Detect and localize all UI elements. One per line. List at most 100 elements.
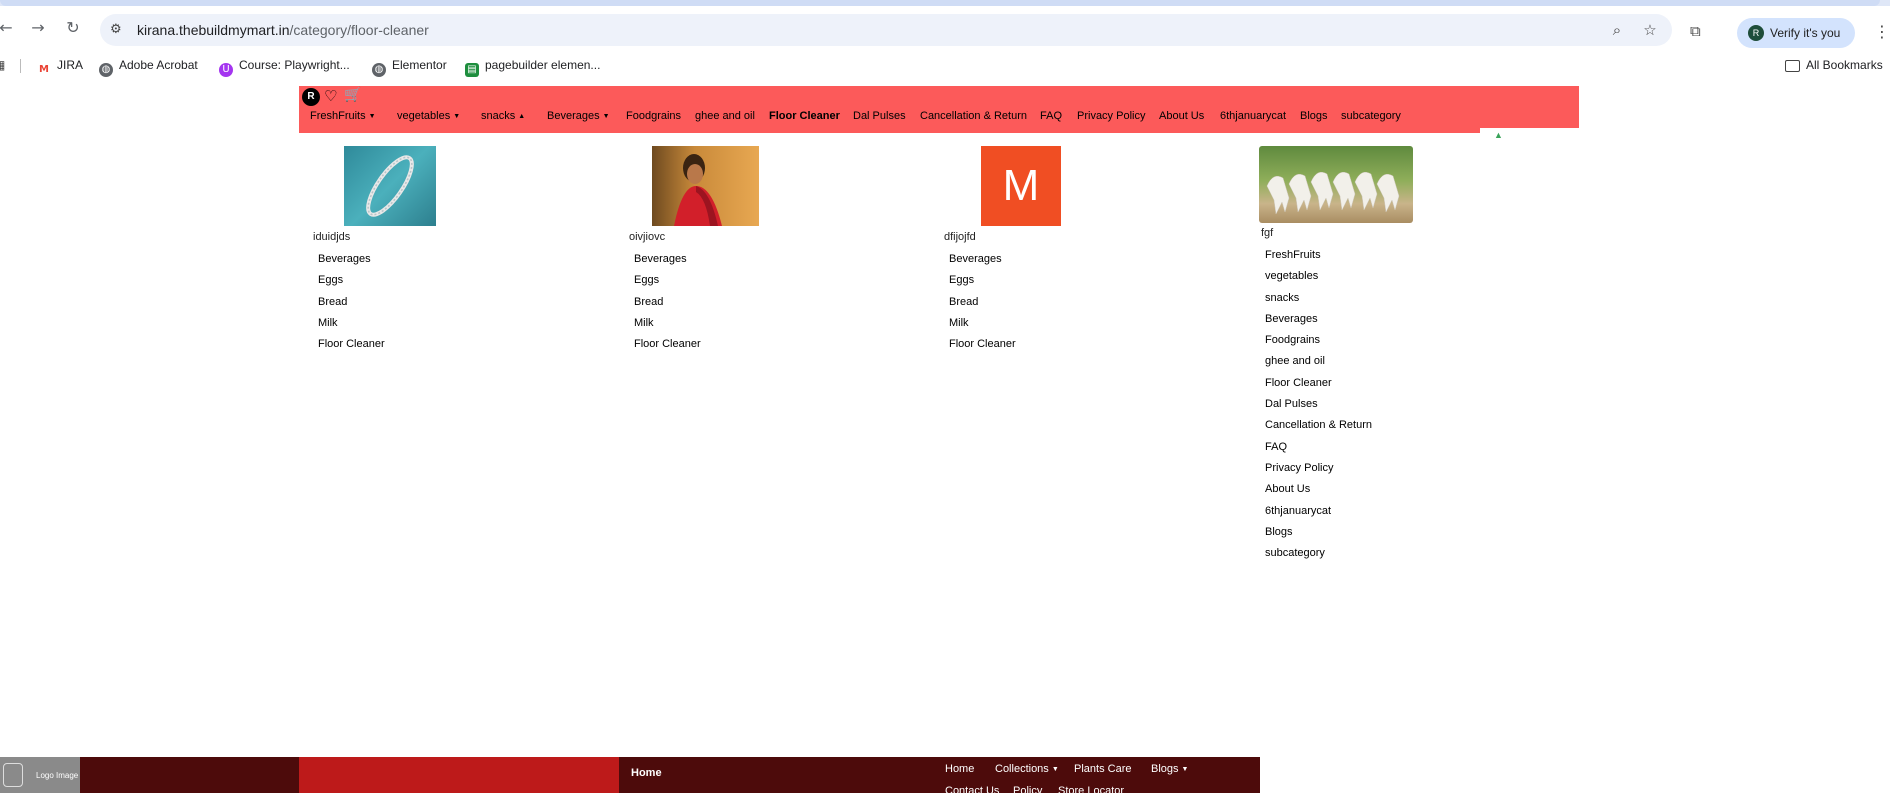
list-item[interactable]: Beverages [1265,313,1372,334]
list-item[interactable]: Bread [949,296,1016,317]
chevron-down-icon: ▼ [1051,766,1059,773]
menu-item-foodgrains[interactable]: Foodgrains [626,110,681,122]
verify-label: Verify it's you [1770,26,1841,40]
verify-profile-button[interactable]: R Verify it's you [1737,18,1855,48]
zoom-icon[interactable]: ⌕ [1608,21,1626,39]
image-placeholder-icon [3,763,23,787]
footer-home-link[interactable]: Home [631,767,662,779]
bookmark-adobe-acrobat[interactable]: ◍ Adobe Acrobat [99,58,198,77]
list-item[interactable]: subcategory [1265,547,1372,568]
sheets-icon: ▤ [465,63,479,77]
list-item[interactable]: About Us [1265,483,1372,504]
card-list: Beverages Eggs Bread Milk Floor Cleaner [634,253,701,359]
folder-icon [1785,60,1800,72]
menu-item-dal-pulses[interactable]: Dal Pulses [853,110,906,122]
all-bookmarks[interactable]: All Bookmarks [1785,58,1883,72]
reload-icon[interactable]: ↻ [63,18,83,38]
list-item[interactable]: Dal Pulses [1265,398,1372,419]
footer-nav-store-locator[interactable]: Store Locator [1058,785,1124,793]
list-item[interactable]: Milk [318,317,385,338]
profile-avatar: R [1748,25,1764,41]
list-item[interactable]: Beverages [318,253,385,274]
chevron-up-icon: ▲ [518,113,526,120]
menu-item-ghee-and-oil[interactable]: ghee and oil [695,110,755,122]
card-list: Beverages Eggs Bread Milk Floor Cleaner [949,253,1016,359]
menu-item-about-us[interactable]: About Us [1159,110,1204,122]
list-item[interactable]: Foodgrains [1265,334,1372,355]
footer-nav-blogs[interactable]: Blogs ▼ [1151,763,1188,775]
list-item[interactable]: FreshFruits [1265,249,1372,270]
list-item[interactable]: Cancellation & Return [1265,419,1372,440]
site-info-icon[interactable]: ⚙ [110,22,126,38]
menu-item-snacks[interactable]: snacks ▲ [481,110,525,122]
list-item[interactable]: Milk [634,317,701,338]
chevron-down-icon: ▼ [1181,766,1189,773]
list-item[interactable]: Floor Cleaner [634,338,701,359]
browser-toolbar: ← → ↻ ⚙ kirana.thebuildmymart.in/categor… [0,6,1890,50]
list-item[interactable]: Bread [634,296,701,317]
menu-item-beverages[interactable]: Beverages ▼ [547,110,610,122]
bookmark-jira[interactable]: M JIRA [37,58,83,77]
list-item[interactable]: Privacy Policy [1265,462,1372,483]
menu-item-floor-cleaner[interactable]: Floor Cleaner [769,110,840,122]
address-bar[interactable]: ⚙ kirana.thebuildmymart.in/category/floo… [100,14,1672,46]
course-icon: U [219,63,233,77]
apps-icon[interactable]: ▦ [0,58,5,72]
list-item[interactable]: Eggs [949,274,1016,295]
url-text[interactable]: kirana.thebuildmymart.in/category/floor-… [137,22,429,38]
list-item[interactable]: FAQ [1265,441,1372,462]
product-image[interactable] [652,146,759,226]
menu-item-privacy-policy[interactable]: Privacy Policy [1077,110,1145,122]
list-item[interactable]: Milk [949,317,1016,338]
list-item[interactable]: Beverages [949,253,1016,274]
forward-icon[interactable]: → [28,18,48,38]
card-title[interactable]: oivjiovc [629,231,665,243]
menu-item-cancellation-return[interactable]: Cancellation & Return [920,110,1027,122]
list-item[interactable]: Floor Cleaner [949,338,1016,359]
footer-nav-policy[interactable]: Policy [1013,785,1042,793]
back-icon[interactable]: ← [0,18,16,38]
product-logo-image[interactable]: M [981,146,1061,226]
menu-item-subcategory[interactable]: subcategory [1341,110,1401,122]
extensions-icon[interactable]: ⧉ [1690,22,1710,40]
list-item[interactable]: Floor Cleaner [318,338,385,359]
list-item[interactable]: Eggs [634,274,701,295]
footer-logo[interactable]: Logo Image [0,757,80,793]
bookmarks-bar: ▦ MJIRA ◍Adobe Acrobat UCourse: Playwrig… [0,50,1890,80]
list-item[interactable]: Beverages [634,253,701,274]
card-title[interactable]: iduidjds [313,231,350,243]
bookmark-elementor[interactable]: ◍ Elementor [372,58,447,77]
footer-logo-text: Logo Image [36,771,79,780]
globe-icon: ◍ [372,63,386,77]
bookmark-course-playwright[interactable]: U Course: Playwright... [219,58,350,77]
bookmark-star-icon[interactable]: ☆ [1641,21,1659,39]
menu-item-faq[interactable]: FAQ [1040,110,1062,122]
list-item[interactable]: vegetables [1265,270,1372,291]
user-avatar[interactable]: R [302,88,320,106]
menu-item-vegetables[interactable]: vegetables ▼ [397,110,460,122]
list-item[interactable]: Blogs [1265,526,1372,547]
cart-icon[interactable]: 🛒 [344,87,361,103]
footer-nav-contact-us[interactable]: Contact Us [945,785,999,793]
card-title[interactable]: dfijojfd [944,231,976,243]
footer-nav-home[interactable]: Home [945,763,974,775]
card-title[interactable]: fgf [1261,227,1273,239]
list-item[interactable]: Floor Cleaner [1265,377,1372,398]
menu-icon[interactable]: ⋮ [1874,22,1890,41]
chevron-down-icon: ▼ [453,113,461,120]
gmail-icon: M [37,63,51,77]
menu-item-6thjanuarycat[interactable]: 6thjanuarycat [1220,110,1286,122]
list-item[interactable]: 6thjanuarycat [1265,505,1372,526]
footer-nav-collections[interactable]: Collections ▼ [995,763,1059,775]
footer-nav-plants-care[interactable]: Plants Care [1074,763,1131,775]
bookmark-pagebuilder[interactable]: ▤ pagebuilder elemen... [465,58,600,77]
wishlist-icon[interactable]: ♡ [324,87,337,105]
list-item[interactable]: Bread [318,296,385,317]
menu-item-blogs[interactable]: Blogs [1300,110,1328,122]
list-item[interactable]: Eggs [318,274,385,295]
list-item[interactable]: ghee and oil [1265,355,1372,376]
menu-item-freshfruits[interactable]: FreshFruits ▼ [310,110,376,122]
product-image[interactable] [1259,146,1413,223]
product-image[interactable] [344,146,436,226]
list-item[interactable]: snacks [1265,292,1372,313]
